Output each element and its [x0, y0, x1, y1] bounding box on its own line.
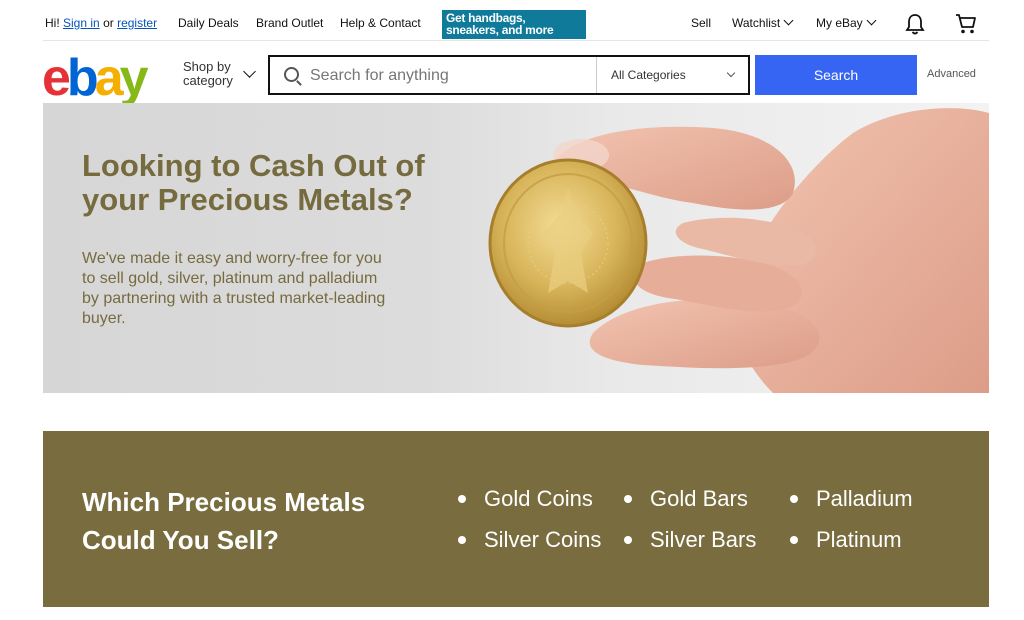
sell-link[interactable]: Sell: [691, 16, 711, 30]
top-utility-bar: Hi! Sign in or register Daily Deals Bran…: [43, 0, 989, 41]
my-ebay-menu[interactable]: My eBay: [816, 15, 877, 30]
chevron-down-icon: [243, 65, 256, 78]
promo-banner[interactable]: Get handbags, sneakers, and more: [442, 10, 586, 39]
metals-band: Which Precious Metals Could You Sell? Go…: [43, 431, 989, 607]
greeting-text: Hi!: [45, 16, 60, 30]
my-ebay-label: My eBay: [816, 16, 863, 30]
daily-deals-link[interactable]: Daily Deals: [178, 16, 239, 30]
promo-line-2: sneakers, and more: [446, 23, 554, 37]
shop-by-category-button[interactable]: Shop by category: [183, 60, 233, 88]
help-contact-link[interactable]: Help & Contact: [340, 16, 421, 30]
hand-holding-coin-image: [488, 108, 989, 393]
chevron-down-icon: [866, 15, 877, 26]
bullet-icon: [624, 495, 632, 503]
ebay-logo[interactable]: ebay: [42, 52, 149, 104]
category-select[interactable]: All Categories: [611, 68, 686, 82]
metal-item: Palladium: [790, 486, 913, 512]
hero-body: We've made it easy and worry-free for yo…: [82, 250, 386, 327]
shop-by-line1: Shop by: [183, 59, 231, 74]
greeting-group: Hi! Sign in or register: [45, 16, 157, 30]
cart-icon[interactable]: [955, 13, 977, 35]
sign-in-link[interactable]: Sign in: [63, 16, 100, 30]
advanced-search-link[interactable]: Advanced: [927, 68, 976, 80]
search-input[interactable]: [308, 64, 592, 88]
search-divider: [596, 57, 597, 93]
brand-outlet-link[interactable]: Brand Outlet: [256, 16, 323, 30]
shop-by-line2: category: [183, 73, 233, 88]
or-text: or: [103, 16, 114, 30]
metal-item: Platinum: [790, 527, 902, 553]
search-icon: [284, 67, 299, 82]
metal-item: Silver Bars: [624, 527, 756, 553]
bullet-icon: [458, 536, 466, 544]
hero-title: Looking to Cash Out of your Precious Met…: [82, 148, 425, 217]
chevron-down-icon: [726, 68, 736, 78]
chevron-down-icon: [783, 15, 794, 26]
metal-item: Gold Coins: [458, 486, 593, 512]
bullet-icon: [458, 495, 466, 503]
register-link[interactable]: register: [117, 16, 157, 30]
bullet-icon: [790, 495, 798, 503]
watchlist-menu[interactable]: Watchlist: [732, 15, 794, 30]
bullet-icon: [790, 536, 798, 544]
search-bar: All Categories: [268, 55, 750, 95]
search-button[interactable]: Search: [755, 55, 917, 95]
bullet-icon: [624, 536, 632, 544]
hero-banner: Looking to Cash Out of your Precious Met…: [43, 103, 989, 393]
metal-item: Gold Bars: [624, 486, 748, 512]
band-title: Which Precious Metals Could You Sell?: [82, 487, 366, 555]
bell-icon[interactable]: [905, 13, 925, 35]
watchlist-label: Watchlist: [732, 16, 781, 30]
metal-item: Silver Coins: [458, 527, 601, 553]
